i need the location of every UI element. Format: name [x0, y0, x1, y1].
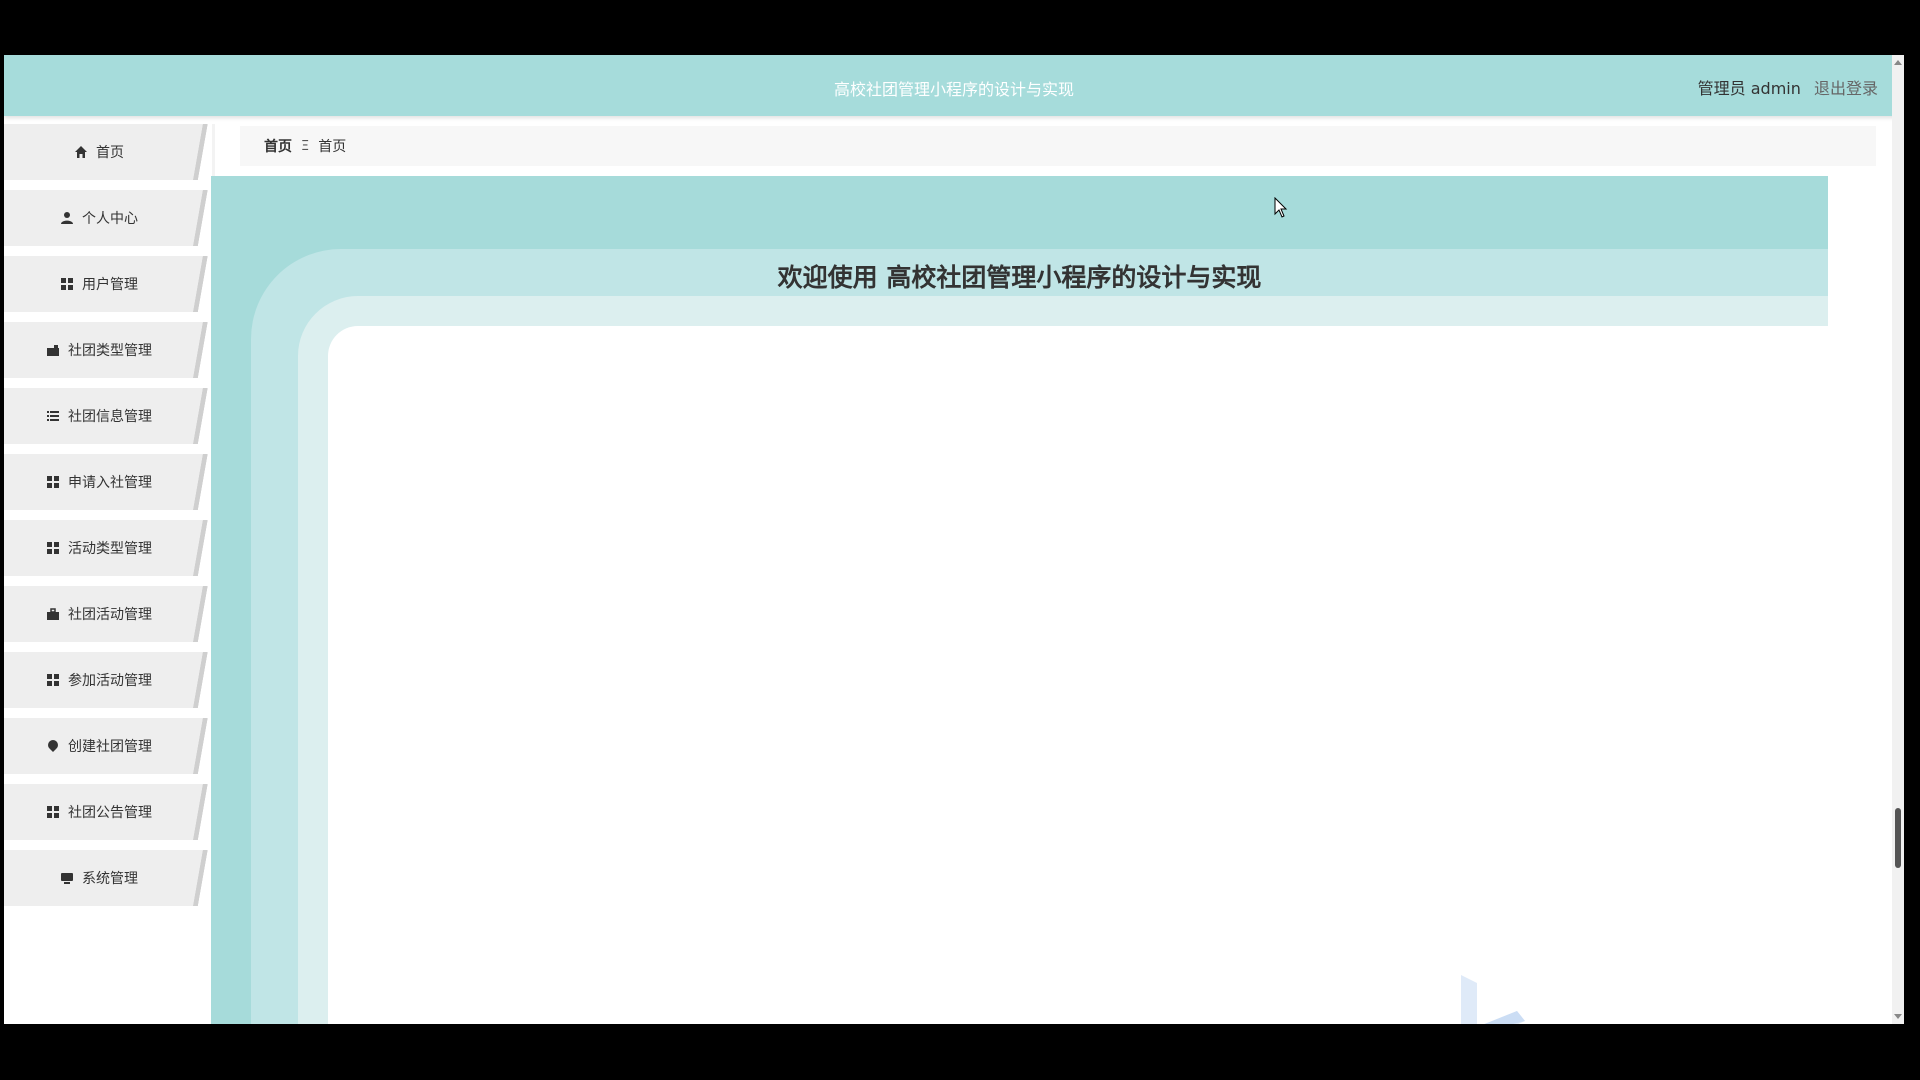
grid-icon	[46, 673, 60, 687]
app-title: 高校社团管理小程序的设计与实现	[833, 80, 1074, 99]
monitor-icon	[60, 871, 74, 885]
user-label: 管理员 admin	[1697, 79, 1801, 98]
sidebar-item-club-activity-management[interactable]: 社团活动管理	[4, 586, 212, 642]
sidebar-item-label: 社团公告管理	[68, 805, 152, 821]
breadcrumb-current: 首页	[318, 139, 347, 155]
sidebar-item-home[interactable]: 首页	[4, 124, 212, 180]
breadcrumb-separator: Ξ	[301, 138, 310, 154]
app-window: 高校社团管理小程序的设计与实现 管理员 admin 退出登录 首页 个人中心 用…	[4, 55, 1904, 1024]
sidebar-item-user-management[interactable]: 用户管理	[4, 256, 212, 312]
sidebar-item-label: 系统管理	[82, 871, 138, 887]
vertical-scrollbar[interactable]	[1892, 55, 1904, 1024]
grid-icon	[46, 475, 60, 489]
user-icon	[60, 211, 74, 225]
pin-icon	[46, 739, 60, 753]
breadcrumb: 首页 Ξ 首页	[240, 126, 1876, 166]
scroll-thumb[interactable]	[1895, 808, 1901, 868]
user-area: 管理员 admin 退出登录	[1698, 75, 1878, 99]
sidebar-item-label: 社团信息管理	[68, 409, 152, 425]
scroll-down-icon[interactable]	[1894, 1014, 1902, 1019]
watermark-logo-icon	[1461, 975, 1525, 1024]
sidebar-item-club-announcement-management[interactable]: 社团公告管理	[4, 784, 212, 840]
briefcase-icon	[46, 607, 60, 621]
logout-link[interactable]: 退出登录	[1814, 79, 1878, 98]
grid-icon	[60, 277, 74, 291]
sidebar-item-personal-center[interactable]: 个人中心	[4, 190, 212, 246]
sidebar-item-system-management[interactable]: 系统管理	[4, 850, 212, 906]
sidebar-item-label: 用户管理	[82, 277, 138, 293]
briefcase-icon	[46, 343, 60, 357]
home-icon	[74, 145, 88, 159]
scroll-up-icon[interactable]	[1894, 60, 1902, 65]
sidebar-item-label: 参加活动管理	[68, 673, 152, 689]
sidebar-item-activity-type-management[interactable]: 活动类型管理	[4, 520, 212, 576]
list-icon	[46, 409, 60, 423]
grid-icon	[46, 541, 60, 555]
sidebar-item-create-club-management[interactable]: 创建社团管理	[4, 718, 212, 774]
main-content: 欢迎使用 高校社团管理小程序的设计与实现	[211, 176, 1828, 1024]
sidebar-item-label: 申请入社管理	[68, 475, 152, 491]
sidebar-item-club-type-management[interactable]: 社团类型管理	[4, 322, 212, 378]
sidebar-item-label: 社团类型管理	[68, 343, 152, 359]
sidebar: 首页 个人中心 用户管理 社团类型管理 社团信息管理 申请入社管理 活动类型管理…	[4, 124, 212, 1024]
sidebar-item-club-info-management[interactable]: 社团信息管理	[4, 388, 212, 444]
sidebar-item-label: 社团活动管理	[68, 607, 152, 623]
grid-icon	[46, 805, 60, 819]
mouse-cursor-icon	[1274, 197, 1288, 218]
top-header: 高校社团管理小程序的设计与实现 管理员 admin 退出登录	[4, 55, 1904, 116]
sidebar-item-label: 活动类型管理	[68, 541, 152, 557]
sidebar-item-label: 创建社团管理	[68, 739, 152, 755]
sidebar-item-join-activity-management[interactable]: 参加活动管理	[4, 652, 212, 708]
breadcrumb-home-link[interactable]: 首页	[264, 136, 292, 156]
sidebar-item-label: 个人中心	[82, 211, 138, 227]
welcome-heading: 欢迎使用 高校社团管理小程序的设计与实现	[777, 263, 1262, 292]
sidebar-item-label: 首页	[96, 145, 124, 161]
content-panel	[328, 326, 1828, 1024]
sidebar-item-join-application-management[interactable]: 申请入社管理	[4, 454, 212, 510]
